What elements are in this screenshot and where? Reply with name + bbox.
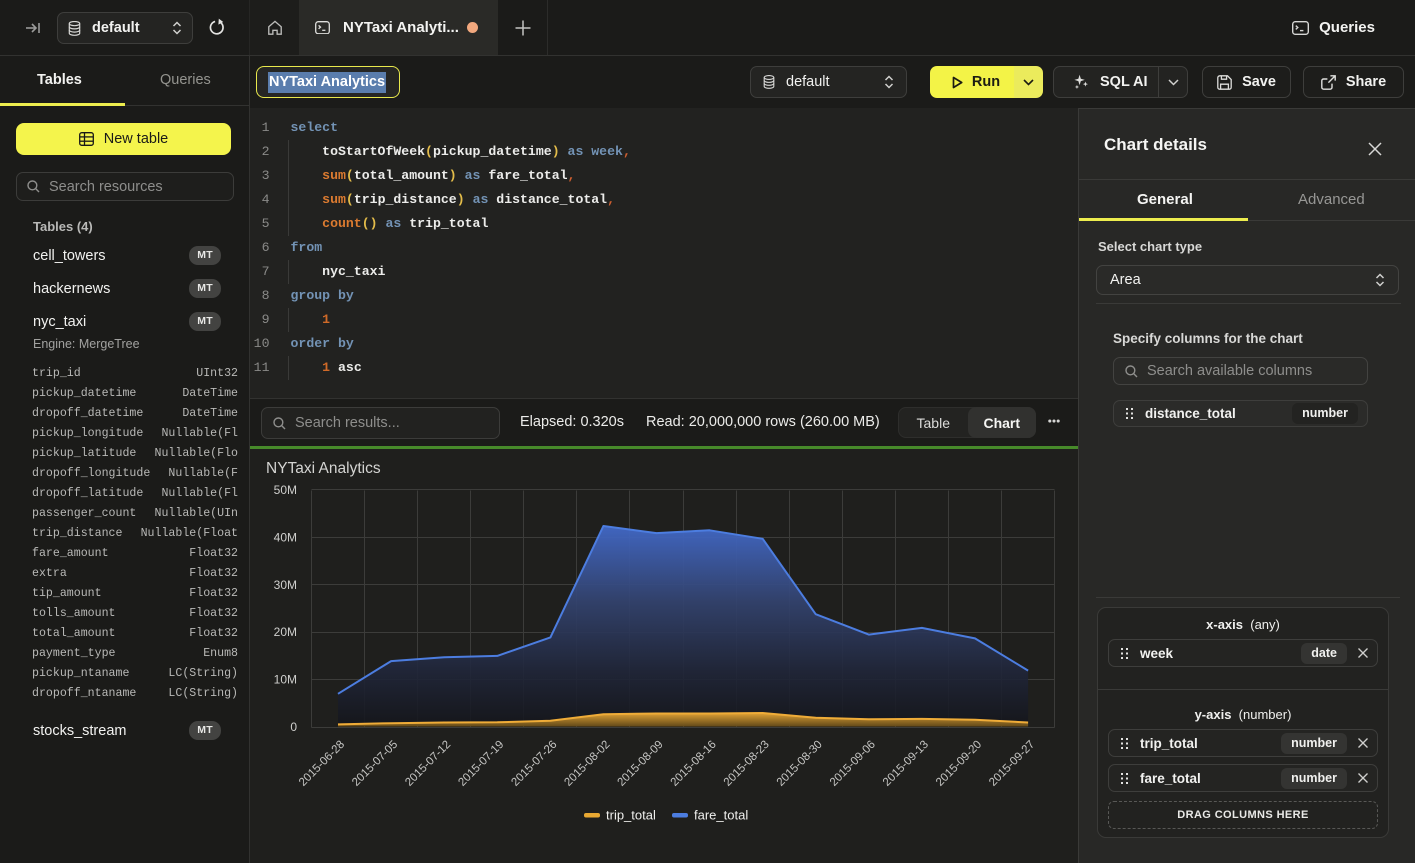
svg-text:2015-09-27: 2015-09-27 (987, 739, 1037, 789)
svg-text:NYTaxi Analytics: NYTaxi Analytics (266, 460, 381, 477)
svg-text:fare_total: fare_total (694, 808, 748, 823)
svg-text:2015-09-20: 2015-09-20 (934, 739, 984, 789)
svg-text:2015-07-26: 2015-07-26 (509, 739, 559, 789)
svg-text:20M: 20M (274, 625, 297, 639)
svg-text:2015-08-16: 2015-08-16 (669, 739, 719, 789)
svg-text:40M: 40M (274, 530, 297, 544)
svg-text:2015-07-05: 2015-07-05 (350, 739, 400, 789)
svg-text:2015-09-06: 2015-09-06 (828, 739, 878, 789)
svg-text:50M: 50M (274, 483, 297, 497)
svg-text:0: 0 (290, 720, 297, 734)
svg-text:2015-08-30: 2015-08-30 (775, 739, 825, 789)
svg-text:2015-08-02: 2015-08-02 (562, 739, 612, 789)
svg-text:10M: 10M (274, 673, 297, 687)
svg-text:2015-08-23: 2015-08-23 (722, 739, 772, 789)
svg-text:2015-08-09: 2015-08-09 (616, 739, 666, 789)
svg-text:2015-07-12: 2015-07-12 (403, 739, 453, 789)
svg-text:2015-07-19: 2015-07-19 (456, 739, 506, 789)
svg-text:2015-06-28: 2015-06-28 (297, 739, 347, 789)
svg-text:2015-09-13: 2015-09-13 (881, 739, 931, 789)
svg-text:30M: 30M (274, 578, 297, 592)
svg-text:trip_total: trip_total (606, 808, 656, 823)
